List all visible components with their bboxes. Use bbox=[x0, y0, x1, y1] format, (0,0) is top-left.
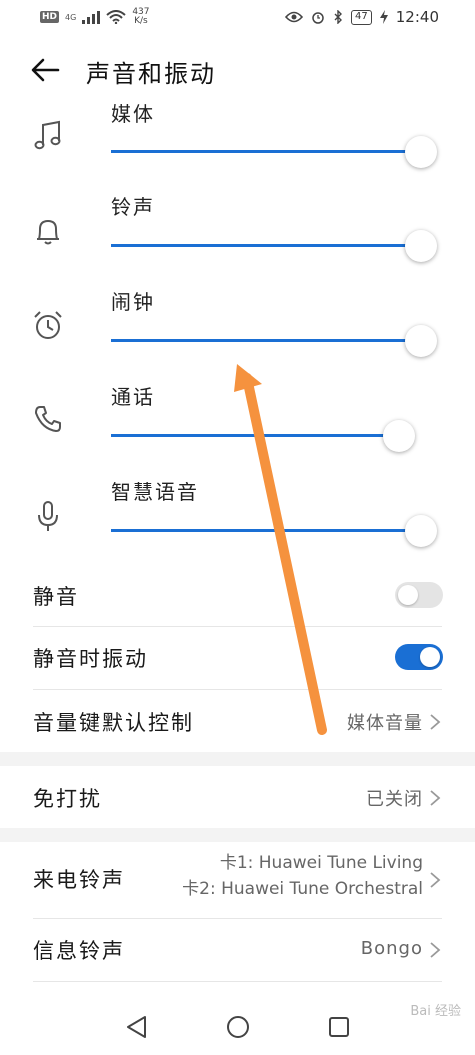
message-tone-label: 信息铃声 bbox=[33, 939, 125, 963]
dnd-label: 免打扰 bbox=[33, 787, 102, 811]
recents-square-icon[interactable] bbox=[325, 1013, 353, 1041]
dnd-value: 已关闭 bbox=[366, 789, 423, 810]
hd-badge: HD bbox=[40, 11, 60, 23]
volume-thumb-ringtone[interactable] bbox=[405, 230, 438, 262]
volume-thumb-assistant[interactable] bbox=[405, 515, 438, 547]
chevron-right-icon bbox=[430, 714, 441, 730]
divider bbox=[33, 981, 442, 982]
eye-icon bbox=[285, 11, 304, 23]
volume-label-alarm: 闹钟 bbox=[111, 290, 155, 314]
volume-key-value: 媒体音量 bbox=[347, 713, 423, 734]
wifi-icon bbox=[106, 10, 126, 24]
volume-track-ringtone bbox=[111, 244, 422, 247]
ringtone-values: 卡1: Huawei Tune Living 卡2: Huawei Tune O… bbox=[182, 850, 423, 902]
volume-label-call: 通话 bbox=[111, 385, 155, 409]
status-right: 47 12:40 bbox=[285, 8, 439, 26]
mute-row[interactable]: 静音 bbox=[0, 566, 475, 626]
vibrate-toggle-knob bbox=[420, 647, 440, 667]
microphone-icon bbox=[38, 501, 58, 531]
status-bar: HD 4G 437 K/s 47 12:40 bbox=[0, 0, 475, 34]
charging-icon bbox=[379, 10, 388, 24]
page-header: 声音和振动 bbox=[0, 44, 475, 96]
signal-icon bbox=[82, 10, 101, 24]
volume-row-media: 媒体 bbox=[0, 96, 475, 191]
volume-thumb-call[interactable] bbox=[383, 420, 415, 452]
volume-label-media: 媒体 bbox=[111, 102, 155, 126]
speed-unit: K/s bbox=[134, 16, 148, 26]
volume-track-call bbox=[111, 434, 399, 437]
alarm-status-icon bbox=[312, 12, 324, 24]
status-left: HD 4G 437 K/s bbox=[40, 8, 150, 26]
volume-row-call: 通话 bbox=[0, 381, 475, 476]
navigation-bar bbox=[0, 995, 475, 1055]
volume-key-label: 音量键默认控制 bbox=[33, 711, 194, 735]
back-triangle-icon[interactable] bbox=[123, 1013, 151, 1041]
ringtone-label: 来电铃声 bbox=[33, 868, 125, 892]
vibrate-on-mute-row[interactable]: 静音时振动 bbox=[0, 627, 475, 689]
dnd-row[interactable]: 免打扰 已关闭 bbox=[0, 766, 475, 828]
volume-label-ringtone: 铃声 bbox=[111, 195, 155, 219]
network-speed: 437 K/s bbox=[132, 8, 149, 26]
volume-track-assistant bbox=[111, 529, 422, 532]
bell-icon bbox=[37, 219, 59, 245]
section-gap bbox=[0, 828, 475, 842]
alarm-clock-icon bbox=[34, 311, 62, 339]
message-tone-row[interactable]: 信息铃声 Bongo bbox=[0, 919, 475, 981]
watermark: Bai 经验 bbox=[410, 1004, 461, 1019]
chevron-right-icon bbox=[430, 790, 441, 806]
home-circle-icon[interactable] bbox=[224, 1013, 252, 1041]
message-tone-value: Bongo bbox=[360, 938, 423, 959]
volume-key-row[interactable]: 音量键默认控制 媒体音量 bbox=[0, 690, 475, 752]
volume-thumb-alarm[interactable] bbox=[405, 325, 438, 357]
volume-track-alarm bbox=[111, 339, 422, 342]
network-type: 4G bbox=[65, 12, 77, 22]
vibrate-on-mute-toggle[interactable] bbox=[395, 644, 443, 670]
volume-row-assistant: 智慧语音 bbox=[0, 476, 475, 571]
ringtone-sim2: 卡2: Huawei Tune Orchestral bbox=[182, 879, 423, 899]
ringtone-sim1: 卡1: Huawei Tune Living bbox=[219, 853, 423, 873]
mute-toggle[interactable] bbox=[395, 582, 443, 608]
bluetooth-icon bbox=[334, 10, 343, 24]
mute-label: 静音 bbox=[33, 585, 79, 609]
ringtone-row[interactable]: 来电铃声 卡1: Huawei Tune Living 卡2: Huawei T… bbox=[0, 842, 475, 918]
volume-thumb-media[interactable] bbox=[405, 136, 438, 168]
mute-toggle-knob bbox=[398, 585, 418, 605]
phone-icon bbox=[35, 406, 61, 432]
chevron-right-icon bbox=[430, 942, 441, 958]
volume-label-assistant: 智慧语音 bbox=[111, 480, 199, 504]
chevron-right-icon bbox=[430, 872, 441, 888]
page-title: 声音和振动 bbox=[86, 60, 216, 88]
section-gap bbox=[0, 752, 475, 766]
clock: 12:40 bbox=[395, 8, 439, 26]
music-note-icon bbox=[34, 120, 61, 150]
volume-row-alarm: 闹钟 bbox=[0, 286, 475, 381]
volume-track-media bbox=[111, 150, 422, 153]
volume-row-ringtone: 铃声 bbox=[0, 191, 475, 286]
vibrate-on-mute-label: 静音时振动 bbox=[33, 647, 148, 671]
battery-indicator: 47 bbox=[351, 9, 372, 25]
back-arrow-icon[interactable] bbox=[30, 56, 60, 84]
